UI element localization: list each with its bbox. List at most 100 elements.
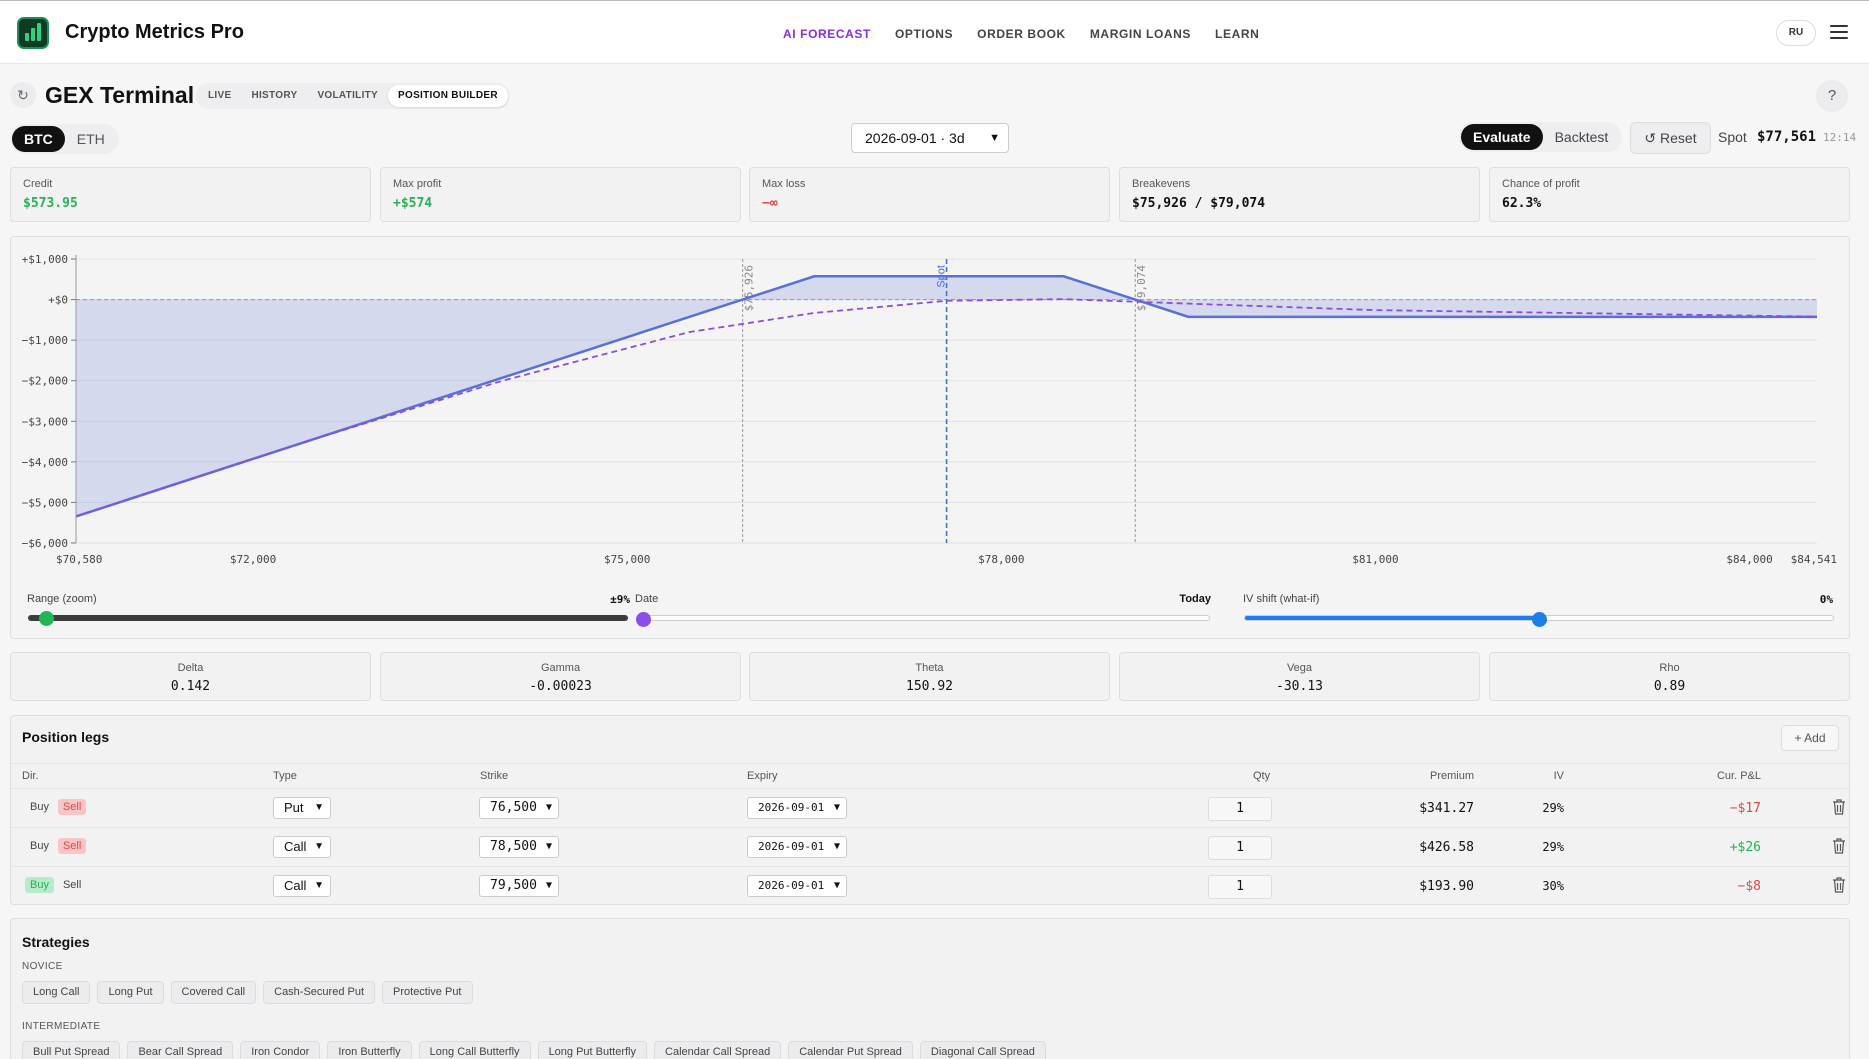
language-button[interactable]: RU [1776,20,1816,46]
expiry-date-select[interactable]: 2026-09-01 ▼ [747,797,847,819]
greek-vega: Vega -30.13 [1119,652,1480,701]
greek-delta: Delta 0.142 [10,652,371,701]
x-tick-label: $84,541 [1791,553,1837,566]
sell-button[interactable]: Sell [57,838,87,854]
strategy-chip[interactable]: Calendar Call Spread [654,1041,782,1059]
main-nav: AI FORECAST OPTIONS ORDER BOOK MARGIN LO… [783,27,1259,41]
expiry-date-select[interactable]: 2026-09-01 ▼ [747,875,847,897]
reset-button[interactable]: ↺ Reset [1630,122,1711,154]
strategies-title: Strategies [22,934,90,950]
iv-shift-handle[interactable] [1532,611,1547,627]
date-slider[interactable] [636,611,1210,627]
asset-btc[interactable]: BTC [12,126,65,152]
metric-label: Max loss [762,178,806,190]
strategy-chip[interactable]: Iron Butterfly [327,1041,412,1059]
sell-button[interactable]: Sell [57,799,87,815]
type-select[interactable]: Call ▼ [273,836,331,858]
asset-eth[interactable]: ETH [65,126,117,152]
x-tick-label: $72,000 [230,553,276,566]
metric-breakevens: Breakevens $75,926 / $79,074 [1119,167,1480,222]
metric-chance-of-profit: Chance of profit 62.3% [1489,167,1850,222]
expiry-date-select[interactable]: 2026-09-01 ▼ [747,836,847,858]
trash-icon[interactable] [1832,877,1846,893]
nav-learn[interactable]: LEARN [1215,27,1259,41]
help-icon[interactable]: ? [1816,80,1848,112]
expiry-date-value: 2026-09-01 [758,879,825,892]
header-type: Type [273,770,297,782]
chevron-down-icon: ▼ [545,880,552,891]
reset-icon: ↺ [1644,130,1657,146]
type-select[interactable]: Put ▼ [273,797,331,819]
strategy-chip[interactable]: Long Put [97,981,164,1004]
chevron-down-icon: ▼ [314,841,324,852]
iv-shift-slider[interactable] [1244,611,1834,627]
app-logo-icon[interactable] [17,17,49,49]
type-select[interactable]: Call ▼ [273,875,331,897]
strike-select[interactable]: 78,500 ▼ [479,836,559,858]
date-value: Today [1179,593,1211,605]
strategy-chip[interactable]: Long Call Butterfly [418,1041,531,1059]
sell-button[interactable]: Sell [58,877,86,893]
qty-input[interactable]: 1 [1208,875,1272,899]
tab-history[interactable]: HISTORY [241,85,307,107]
range-zoom-handle[interactable] [39,610,54,626]
nav-ai-forecast[interactable]: AI FORECAST [783,27,871,41]
trash-icon[interactable] [1832,799,1846,815]
y-tick-label: +$0 [48,294,68,307]
spot-price: $77,561 [1757,129,1817,145]
buy-button[interactable]: Buy [25,799,54,815]
type-value: Call [284,878,307,893]
buy-button[interactable]: Buy [25,877,54,893]
evaluate-button[interactable]: Evaluate [1461,124,1543,150]
nav-margin-loans[interactable]: MARGIN LOANS [1090,27,1191,41]
strategy-chip[interactable]: Cash-Secured Put [263,981,376,1004]
range-zoom-slider[interactable] [28,610,628,626]
strategy-chip[interactable]: Calendar Put Spread [788,1041,913,1059]
strategy-chip[interactable]: Iron Condor [240,1041,321,1059]
metric-max-loss: Max loss −∞ [749,167,1110,222]
strategy-chip[interactable]: Long Call [22,981,91,1004]
strategy-chip[interactable]: Long Put Butterfly [537,1041,648,1059]
strategy-chip[interactable]: Diagonal Call Spread [919,1041,1046,1059]
nav-options[interactable]: OPTIONS [895,27,953,41]
strike-value: 79,500 [490,878,537,893]
refresh-icon[interactable]: ↻ [10,82,36,108]
header-qty: Qty [1253,770,1271,782]
add-leg-button[interactable]: + Add [1781,725,1839,751]
greek-label: Gamma [540,662,581,674]
hamburger-menu-icon[interactable] [1830,25,1848,39]
expiry-select[interactable]: 2026-09-01 · 3d ▼ [851,123,1009,153]
payoff-chart[interactable]: +$1,000 +$0 −$1,000 −$2,000 −$3,000 −$4,000 −$… [11,237,1851,587]
page-tabs: LIVE HISTORY VOLATILITY POSITION BUILDER [196,83,510,109]
trash-icon[interactable] [1832,838,1846,854]
tab-volatility[interactable]: VOLATILITY [307,85,388,107]
chevron-down-icon: ▼ [833,802,840,813]
table-row: Buy Sell Call ▼ 78,500 ▼ 2026-09-01 ▼ 1 $42… [11,828,1849,867]
x-tick-label: $78,000 [978,553,1024,566]
metric-value: −∞ [762,196,778,211]
header-iv: IV [1553,770,1564,782]
buy-button[interactable]: Buy [25,838,54,854]
tab-position-builder[interactable]: POSITION BUILDER [388,85,508,107]
tab-live[interactable]: LIVE [198,85,241,107]
greek-label: Vega [1286,662,1313,674]
strategy-chip[interactable]: Bear Call Spread [127,1041,234,1059]
qty-input[interactable]: 1 [1208,797,1272,821]
strategy-chip[interactable]: Covered Call [170,981,257,1004]
spot-label: Spot [1718,129,1747,145]
backtest-button[interactable]: Backtest [1543,124,1621,150]
strategy-group-novice: NOVICE [22,961,63,972]
qty-input[interactable]: 1 [1208,836,1272,860]
reset-label: Reset [1660,130,1697,146]
range-zoom-value: ±9% [610,593,630,606]
nav-order-book[interactable]: ORDER BOOK [977,27,1066,41]
date-handle[interactable] [636,611,651,627]
y-tick-label: −$6,000 [22,537,68,550]
x-tick-label: $84,000 [1726,553,1772,566]
strategy-chip[interactable]: Bull Put Spread [22,1041,121,1059]
strike-select[interactable]: 76,500 ▼ [479,797,559,819]
strike-select[interactable]: 79,500 ▼ [479,875,559,897]
strategy-chip[interactable]: Protective Put [382,981,473,1004]
brand-name[interactable]: Crypto Metrics Pro [65,21,244,44]
asset-toggle: BTC ETH [10,124,119,154]
